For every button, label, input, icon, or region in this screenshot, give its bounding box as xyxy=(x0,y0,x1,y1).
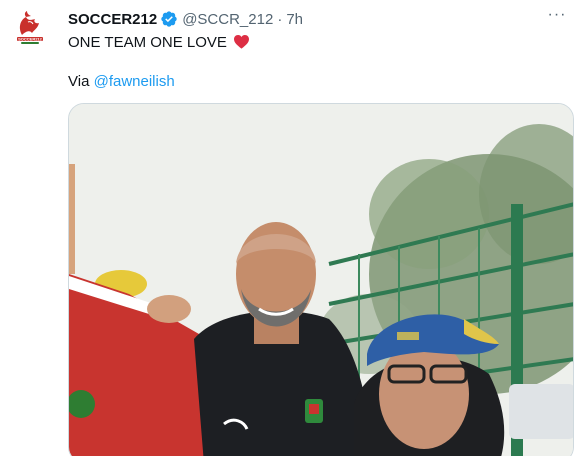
tweet-card[interactable]: SOCCER212 SOCCER212 @SCCR_212 · 7h ··· O… xyxy=(0,0,583,456)
verified-badge-icon xyxy=(160,10,178,28)
display-name[interactable]: SOCCER212 xyxy=(68,11,157,28)
avatar[interactable]: SOCCER212 xyxy=(8,8,52,52)
user-handle[interactable]: @SCCR_212 xyxy=(182,11,273,28)
more-options-icon[interactable]: ··· xyxy=(545,7,569,28)
separator-dot: · xyxy=(277,10,283,28)
via-label: Via xyxy=(68,73,90,90)
tweet-text-content: ONE TEAM ONE LOVE xyxy=(68,34,227,51)
tweet-header: SOCCER212 @SCCR_212 · 7h xyxy=(68,9,303,29)
soccer212-logo: SOCCER212 xyxy=(17,11,43,44)
video-frame xyxy=(69,104,573,456)
tweet-text: ONE TEAM ONE LOVE xyxy=(68,33,250,53)
video-media[interactable] xyxy=(68,103,574,456)
avatar-text: SOCCER212 xyxy=(18,36,43,41)
via-mention-link[interactable]: @fawneilish xyxy=(94,73,175,90)
via-line: Via @fawneilish xyxy=(68,72,175,92)
timestamp[interactable]: 7h xyxy=(286,11,303,28)
heart-emoji-icon xyxy=(233,34,250,51)
